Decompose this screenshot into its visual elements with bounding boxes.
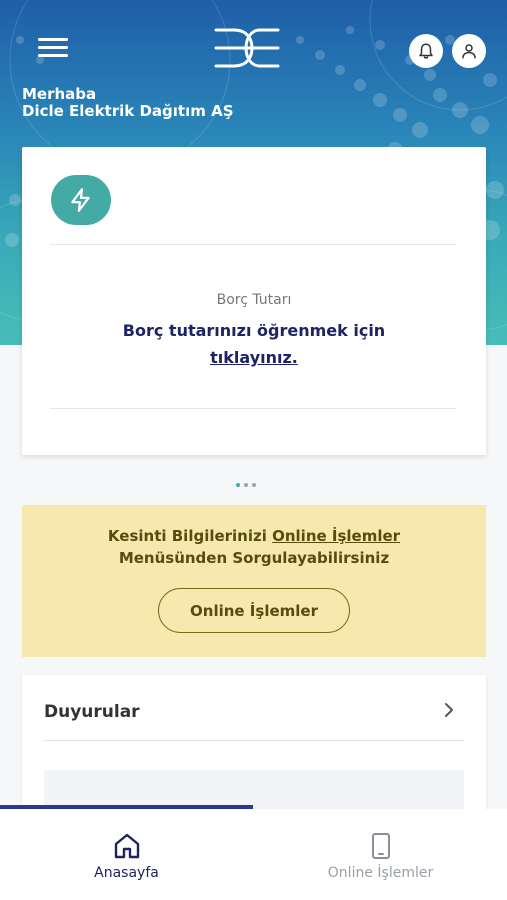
online-operations-button[interactable]: Online İşlemler [158,588,350,633]
debt-link-line1: Borç tutarınızı öğrenmek için [122,321,386,340]
notice-online-link[interactable]: Online İşlemler [272,527,400,545]
tab-online-label: Online İşlemler [327,865,434,881]
pagination-dot[interactable] [252,483,256,487]
notice-text-part2: Menüsünden Sorgulayabilirsiniz [118,549,390,567]
lightning-icon [71,188,90,212]
announcements-title: Duyurular [44,702,140,722]
notice-text: Kesinti Bilgilerinizi Online İşlemler Me… [22,525,486,569]
notice-text-part1: Kesinti Bilgilerinizi [107,527,273,545]
user-icon [462,44,476,59]
card-divider-bottom [50,408,456,409]
home-icon [114,833,140,859]
company-name: Dicle Elektrik Dağıtım AŞ [22,102,234,120]
greeting: Merhaba Dicle Elektrik Dağıtım AŞ [22,86,234,120]
tab-online-operations[interactable]: Online İşlemler [254,809,507,900]
debt-label: Borç Tutarı [216,292,292,308]
announcements-divider [44,740,464,741]
card-divider-top [50,244,456,245]
outage-notice-banner: Kesinti Bilgilerinizi Online İşlemler Me… [22,505,486,657]
top-app-bar [0,0,507,90]
pagination-dot[interactable] [244,483,248,487]
carousel-pagination [236,483,256,487]
tab-home-label: Anasayfa [94,865,159,881]
chevron-right-icon[interactable] [442,700,456,720]
greeting-text: Merhaba [22,85,97,103]
profile-button[interactable] [452,34,486,68]
tablet-icon [372,833,390,859]
pagination-dot[interactable] [236,483,240,487]
debt-inquiry-link[interactable]: Borç tutarınızı öğrenmek için tıklayınız… [82,317,426,371]
announcements-section: Duyurular [22,675,486,815]
hamburger-icon[interactable] [38,38,68,62]
debt-link-line2: tıklayınız. [210,348,298,367]
bell-icon [419,43,433,59]
dicle-logo-icon [214,28,280,68]
notification-button[interactable] [409,34,443,68]
lightning-badge [51,175,111,225]
bottom-tab-bar: Anasayfa Online İşlemler [0,809,507,900]
tab-home[interactable]: Anasayfa [0,809,253,900]
debt-card: Borç Tutarı Borç tutarınızı öğrenmek içi… [22,147,486,455]
